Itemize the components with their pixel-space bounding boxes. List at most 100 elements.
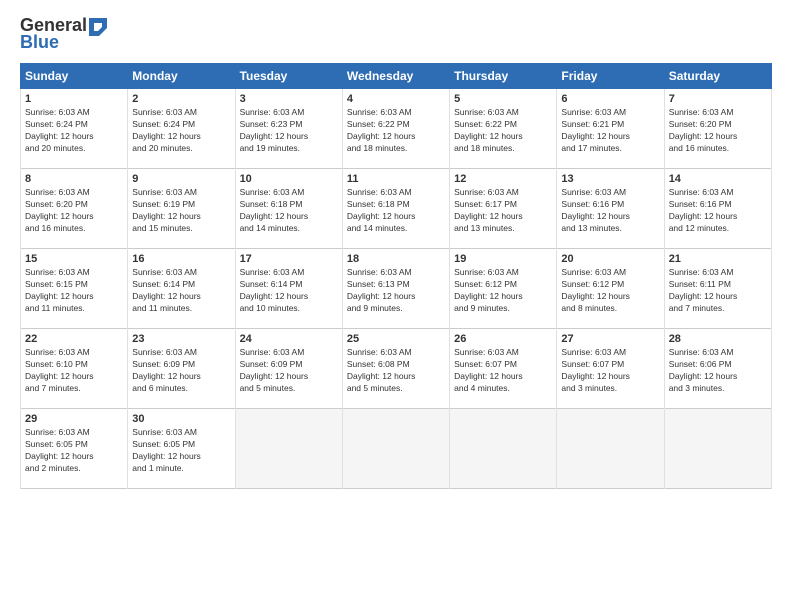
day-info: Sunrise: 6:03 AMSunset: 6:19 PMDaylight:… xyxy=(132,187,230,235)
day-number: 12 xyxy=(454,173,552,185)
day-info: Sunrise: 6:03 AMSunset: 6:12 PMDaylight:… xyxy=(454,267,552,315)
calendar-cell: 17 Sunrise: 6:03 AMSunset: 6:14 PMDayligh… xyxy=(235,249,342,329)
day-info: Sunrise: 6:03 AMSunset: 6:15 PMDaylight:… xyxy=(25,267,123,315)
calendar-week-row: 1 Sunrise: 6:03 AMSunset: 6:24 PMDaylight… xyxy=(21,89,772,169)
calendar-cell xyxy=(235,409,342,489)
calendar-cell: 7 Sunrise: 6:03 AMSunset: 6:20 PMDaylight… xyxy=(664,89,771,169)
day-info: Sunrise: 6:03 AMSunset: 6:07 PMDaylight:… xyxy=(454,347,552,395)
calendar-cell: 27 Sunrise: 6:03 AMSunset: 6:07 PMDayligh… xyxy=(557,329,664,409)
day-info: Sunrise: 6:03 AMSunset: 6:11 PMDaylight:… xyxy=(669,267,767,315)
col-sunday: Sunday xyxy=(21,64,128,89)
day-number: 30 xyxy=(132,413,230,425)
day-number: 13 xyxy=(561,173,659,185)
calendar-week-row: 8 Sunrise: 6:03 AMSunset: 6:20 PMDaylight… xyxy=(21,169,772,249)
calendar-header-row: Sunday Monday Tuesday Wednesday Thursday… xyxy=(21,64,772,89)
day-number: 23 xyxy=(132,333,230,345)
col-friday: Friday xyxy=(557,64,664,89)
day-number: 29 xyxy=(25,413,123,425)
day-number: 17 xyxy=(240,253,338,265)
logo-icon xyxy=(89,18,107,36)
day-number: 21 xyxy=(669,253,767,265)
calendar-cell: 18 Sunrise: 6:03 AMSunset: 6:13 PMDayligh… xyxy=(342,249,449,329)
col-saturday: Saturday xyxy=(664,64,771,89)
calendar-cell: 13 Sunrise: 6:03 AMSunset: 6:16 PMDayligh… xyxy=(557,169,664,249)
col-monday: Monday xyxy=(128,64,235,89)
day-info: Sunrise: 6:03 AMSunset: 6:18 PMDaylight:… xyxy=(240,187,338,235)
day-info: Sunrise: 6:03 AMSunset: 6:13 PMDaylight:… xyxy=(347,267,445,315)
day-number: 26 xyxy=(454,333,552,345)
day-number: 16 xyxy=(132,253,230,265)
calendar-cell xyxy=(557,409,664,489)
calendar-cell: 25Sunrise: 6:03 AMSunset: 6:08 PMDayligh… xyxy=(342,329,449,409)
calendar-table: Sunday Monday Tuesday Wednesday Thursday… xyxy=(20,63,772,489)
day-info: Sunrise: 6:03 AMSunset: 6:09 PMDaylight:… xyxy=(132,347,230,395)
day-info: Sunrise: 6:03 AMSunset: 6:10 PMDaylight:… xyxy=(25,347,123,395)
calendar-cell: 22 Sunrise: 6:03 AMSunset: 6:10 PMDayligh… xyxy=(21,329,128,409)
calendar-cell: 11 Sunrise: 6:03 AMSunset: 6:18 PMDayligh… xyxy=(342,169,449,249)
calendar-cell xyxy=(450,409,557,489)
calendar-cell: 15 Sunrise: 6:03 AMSunset: 6:15 PMDayligh… xyxy=(21,249,128,329)
day-number: 4 xyxy=(347,93,445,105)
calendar-week-row: 29 Sunrise: 6:03 AMSunset: 6:05 PMDayligh… xyxy=(21,409,772,489)
day-number: 25 xyxy=(347,333,445,345)
col-thursday: Thursday xyxy=(450,64,557,89)
day-number: 14 xyxy=(669,173,767,185)
day-number: 20 xyxy=(561,253,659,265)
day-info: Sunrise: 6:03 AMSunset: 6:20 PMDaylight:… xyxy=(669,107,767,155)
day-number: 27 xyxy=(561,333,659,345)
calendar-week-row: 22 Sunrise: 6:03 AMSunset: 6:10 PMDayligh… xyxy=(21,329,772,409)
day-number: 6 xyxy=(561,93,659,105)
day-info: Sunrise: 6:03 AMSunset: 6:24 PMDaylight:… xyxy=(25,107,123,155)
calendar-cell: 30Sunrise: 6:03 AMSunset: 6:05 PMDayligh… xyxy=(128,409,235,489)
calendar-cell: 4 Sunrise: 6:03 AMSunset: 6:22 PMDaylight… xyxy=(342,89,449,169)
calendar-cell: 2Sunrise: 6:03 AMSunset: 6:24 PMDaylight… xyxy=(128,89,235,169)
day-info: Sunrise: 6:03 AMSunset: 6:17 PMDaylight:… xyxy=(454,187,552,235)
day-info: Sunrise: 6:03 AMSunset: 6:16 PMDaylight:… xyxy=(561,187,659,235)
calendar-cell: 19 Sunrise: 6:03 AMSunset: 6:12 PMDayligh… xyxy=(450,249,557,329)
day-number: 7 xyxy=(669,93,767,105)
col-wednesday: Wednesday xyxy=(342,64,449,89)
calendar-cell: 16 Sunrise: 6:03 AMSunset: 6:14 PMDayligh… xyxy=(128,249,235,329)
day-info: Sunrise: 6:03 AMSunset: 6:14 PMDaylight:… xyxy=(240,267,338,315)
calendar-cell xyxy=(342,409,449,489)
day-info: Sunrise: 6:03 AMSunset: 6:09 PMDaylight:… xyxy=(240,347,338,395)
day-number: 24 xyxy=(240,333,338,345)
calendar-cell: 14 Sunrise: 6:03 AMSunset: 6:16 PMDayligh… xyxy=(664,169,771,249)
calendar-cell: 29 Sunrise: 6:03 AMSunset: 6:05 PMDayligh… xyxy=(21,409,128,489)
calendar-cell: 5Sunrise: 6:03 AMSunset: 6:22 PMDaylight… xyxy=(450,89,557,169)
day-number: 22 xyxy=(25,333,123,345)
day-number: 19 xyxy=(454,253,552,265)
day-number: 11 xyxy=(347,173,445,185)
header: General Blue xyxy=(20,15,772,53)
calendar-cell: 12 Sunrise: 6:03 AMSunset: 6:17 PMDayligh… xyxy=(450,169,557,249)
calendar-cell: 23 Sunrise: 6:03 AMSunset: 6:09 PMDayligh… xyxy=(128,329,235,409)
day-number: 8 xyxy=(25,173,123,185)
calendar-cell xyxy=(664,409,771,489)
calendar-cell: 6 Sunrise: 6:03 AMSunset: 6:21 PMDaylight… xyxy=(557,89,664,169)
day-info: Sunrise: 6:03 AMSunset: 6:20 PMDaylight:… xyxy=(25,187,123,235)
day-info: Sunrise: 6:03 AMSunset: 6:21 PMDaylight:… xyxy=(561,107,659,155)
day-number: 28 xyxy=(669,333,767,345)
calendar-cell: 24 Sunrise: 6:03 AMSunset: 6:09 PMDayligh… xyxy=(235,329,342,409)
calendar-week-row: 15 Sunrise: 6:03 AMSunset: 6:15 PMDayligh… xyxy=(21,249,772,329)
calendar-cell: 26 Sunrise: 6:03 AMSunset: 6:07 PMDayligh… xyxy=(450,329,557,409)
logo-blue: Blue xyxy=(20,32,59,53)
calendar-cell: 1 Sunrise: 6:03 AMSunset: 6:24 PMDaylight… xyxy=(21,89,128,169)
calendar-cell: 3Sunrise: 6:03 AMSunset: 6:23 PMDaylight… xyxy=(235,89,342,169)
day-info: Sunrise: 6:03 AMSunset: 6:12 PMDaylight:… xyxy=(561,267,659,315)
day-info: Sunrise: 6:03 AMSunset: 6:05 PMDaylight:… xyxy=(25,427,123,475)
day-info: Sunrise: 6:03 AMSunset: 6:22 PMDaylight:… xyxy=(347,107,445,155)
calendar-cell: 21 Sunrise: 6:03 AMSunset: 6:11 PMDayligh… xyxy=(664,249,771,329)
day-number: 1 xyxy=(25,93,123,105)
day-info: Sunrise: 6:03 AMSunset: 6:16 PMDaylight:… xyxy=(669,187,767,235)
day-info: Sunrise: 6:03 AMSunset: 6:07 PMDaylight:… xyxy=(561,347,659,395)
day-number: 15 xyxy=(25,253,123,265)
day-number: 2 xyxy=(132,93,230,105)
day-number: 18 xyxy=(347,253,445,265)
day-number: 9 xyxy=(132,173,230,185)
day-info: Sunrise: 6:03 AMSunset: 6:14 PMDaylight:… xyxy=(132,267,230,315)
calendar-cell: 20 Sunrise: 6:03 AMSunset: 6:12 PMDayligh… xyxy=(557,249,664,329)
page: General Blue Sunday Monday Tuesday Wedne… xyxy=(0,0,792,612)
day-info: Sunrise: 6:03 AMSunset: 6:22 PMDaylight:… xyxy=(454,107,552,155)
day-info: Sunrise: 6:03 AMSunset: 6:18 PMDaylight:… xyxy=(347,187,445,235)
